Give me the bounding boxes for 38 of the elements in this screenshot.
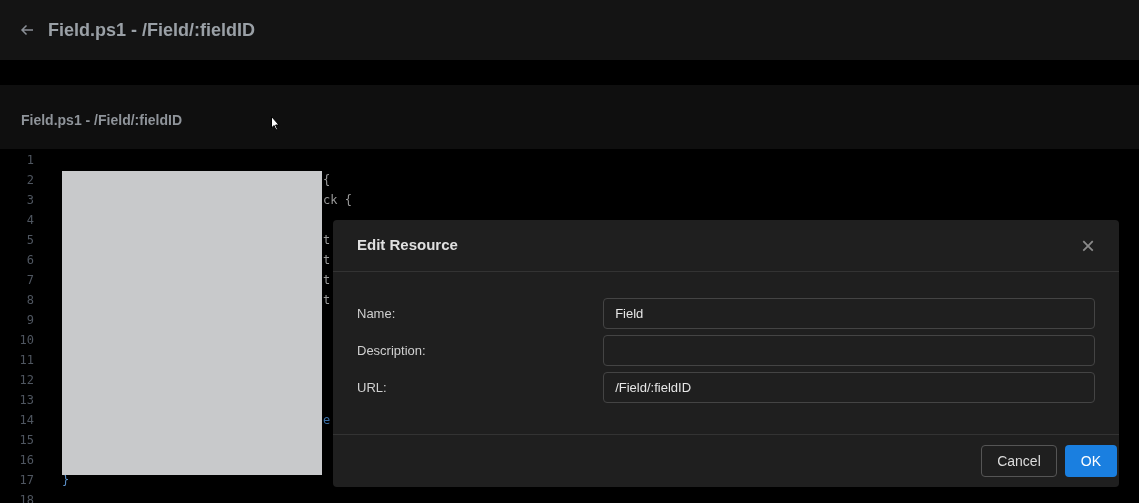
line-number: 7 xyxy=(25,272,34,289)
field-label: URL: xyxy=(357,378,388,397)
line-number: 8 xyxy=(25,292,34,309)
back-arrow-icon[interactable] xyxy=(20,24,34,36)
line-number: 15 xyxy=(18,432,34,449)
line-number: 5 xyxy=(25,232,34,249)
dialog-title: Edit Resource xyxy=(357,235,458,256)
panel-title: Field.ps1 - /Field/:fieldID xyxy=(21,110,182,130)
field-label: Description: xyxy=(357,341,427,360)
code-text: e xyxy=(323,412,331,429)
mouse-pointer-icon xyxy=(271,116,280,131)
line-number: 3 xyxy=(25,192,34,209)
line-number: 1 xyxy=(25,152,34,169)
code-text: t xyxy=(323,292,331,309)
line-number: 17 xyxy=(18,472,34,489)
code-text: t xyxy=(323,272,331,289)
field-label: Name: xyxy=(357,304,397,323)
text-field[interactable]: /Field/:fieldID xyxy=(603,372,1095,403)
page-title: Field.ps1 - /Field/:fieldID xyxy=(48,18,256,42)
code-text: { xyxy=(323,172,331,189)
ok-button[interactable]: OK xyxy=(1064,445,1117,477)
close-button[interactable]: × xyxy=(1081,233,1095,258)
line-number: 6 xyxy=(25,252,34,269)
line-number: 12 xyxy=(18,372,34,389)
line-number: 10 xyxy=(18,332,34,349)
cancel-button[interactable]: Cancel xyxy=(981,445,1057,477)
code-text: ck { xyxy=(323,192,352,209)
code-text: t xyxy=(323,232,331,249)
code-text: t xyxy=(323,252,331,269)
line-number: 16 xyxy=(18,452,34,469)
line-number: 14 xyxy=(18,412,34,429)
line-number: 4 xyxy=(25,212,34,229)
line-number: 9 xyxy=(25,312,34,329)
line-number: 13 xyxy=(18,392,34,409)
line-number: 11 xyxy=(18,352,34,369)
line-number: 2 xyxy=(25,172,34,189)
text-field[interactable] xyxy=(603,335,1095,366)
text-field[interactable]: Field xyxy=(603,298,1095,329)
